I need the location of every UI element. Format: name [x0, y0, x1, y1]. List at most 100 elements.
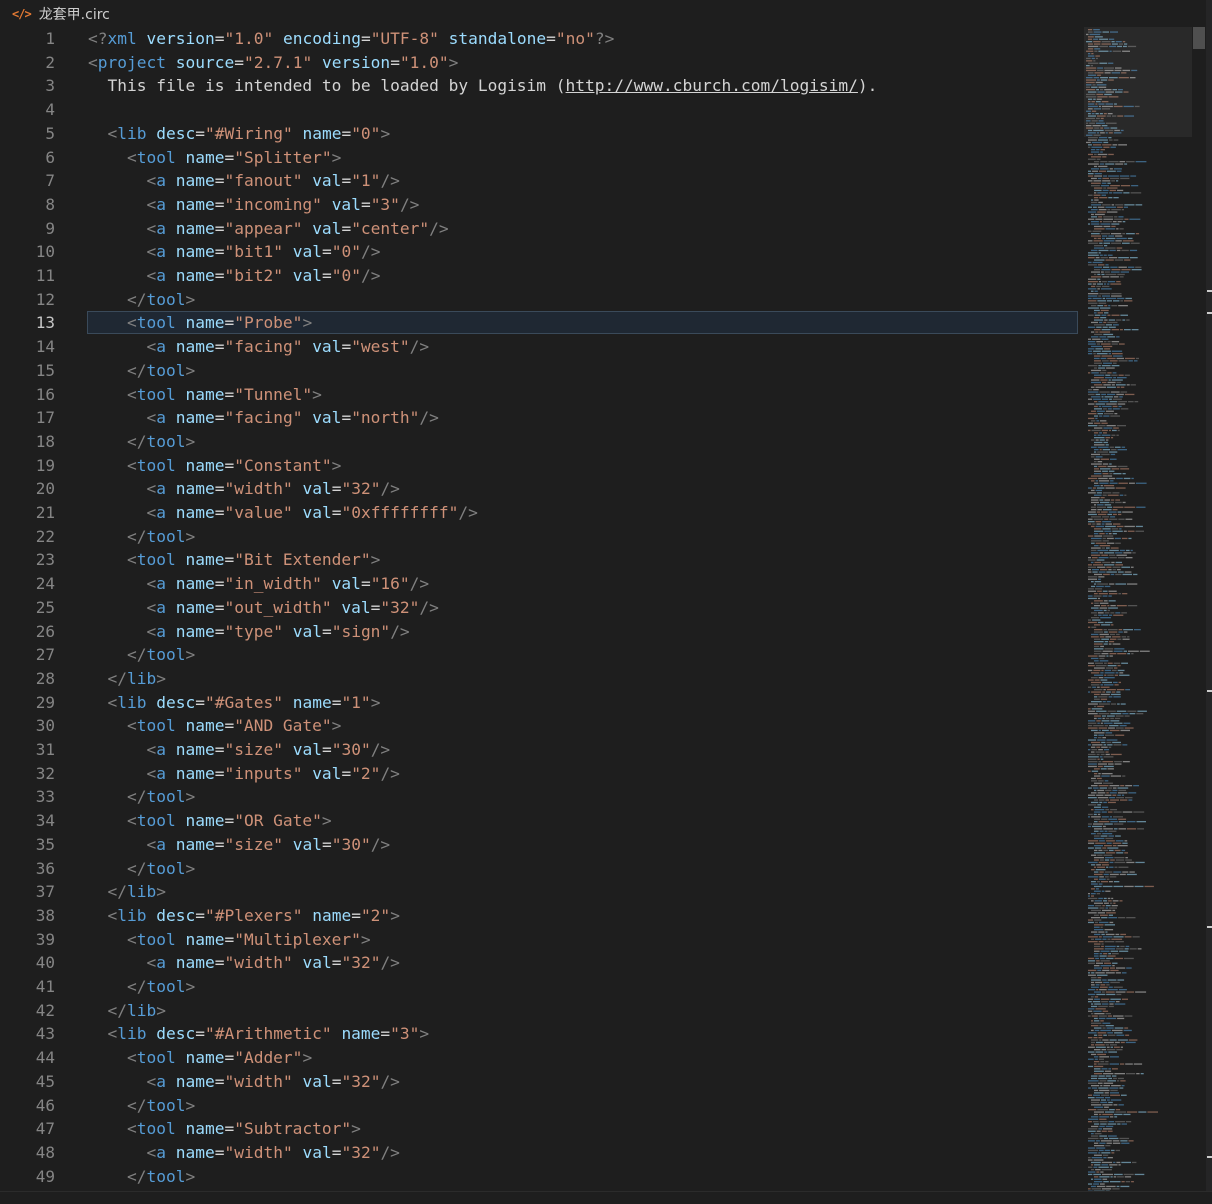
token-eq: =: [214, 337, 225, 357]
token-link[interactable]: http://www.cburch.com/logisim/: [566, 76, 858, 95]
code-line[interactable]: 3 This file is intended to be loaded by …: [0, 74, 1080, 98]
line-code: <lib desc="#Arithmetic" name="3">: [88, 1022, 430, 1046]
line-code: </tool>: [88, 359, 195, 383]
code-line[interactable]: 4: [0, 98, 1080, 122]
code-line[interactable]: 27 </tool>: [0, 643, 1080, 667]
code-line[interactable]: 24 <a name="in_width" val="16"/>: [0, 572, 1080, 596]
minimap[interactable]: [1084, 27, 1192, 1191]
code-line[interactable]: 28 </lib>: [0, 667, 1080, 691]
token-attr: name: [175, 834, 215, 854]
code-line[interactable]: 17 <a name="facing" val="north"/>: [0, 406, 1080, 430]
vertical-scrollbar[interactable]: [1192, 27, 1206, 1191]
code-line[interactable]: 16 <tool name="Tunnel">: [0, 383, 1080, 407]
minimap-viewport[interactable]: [1084, 27, 1192, 137]
code-line[interactable]: 33 </tool>: [0, 785, 1080, 809]
code-line[interactable]: 8 <a name="incoming" val="3"/>: [0, 193, 1080, 217]
code-line[interactable]: 48 <a name="width" val="32"/>: [0, 1141, 1080, 1165]
code-line[interactable]: 36 </tool>: [0, 857, 1080, 881]
code-line[interactable]: 14 <a name="facing" val="west"/>: [0, 335, 1080, 359]
code-line[interactable]: 9 <a name="appear" val="center"/>: [0, 217, 1080, 241]
token-tag: a: [156, 574, 166, 594]
token-eq: =: [214, 408, 225, 428]
code-line[interactable]: 45 <a name="width" val="32"/>: [0, 1070, 1080, 1094]
code-editor[interactable]: 1 <?xml version = "1.0" encoding = "UTF-8" st…: [0, 27, 1080, 1191]
token-punct: <: [146, 218, 157, 238]
code-line[interactable]: 7 <a name="fanout" val="1"/>: [0, 169, 1080, 193]
code-line[interactable]: 41 </tool>: [0, 975, 1080, 999]
code-line[interactable]: 39 <tool name="Multiplexer">: [0, 928, 1080, 952]
code-line[interactable]: 49 </tool>: [0, 1165, 1080, 1189]
code-line[interactable]: 40 <a name="width" val="32"/>: [0, 951, 1080, 975]
code-line[interactable]: 19 <tool name="Constant">: [0, 454, 1080, 478]
token-str: "1": [351, 171, 381, 191]
code-line[interactable]: 42 </lib>: [0, 999, 1080, 1023]
token-punct: >: [321, 811, 332, 831]
code-line[interactable]: 1 <?xml version="1.0" encoding="UTF-8" st…: [0, 27, 1080, 51]
code-line[interactable]: 32 <a name="inputs" val="2"/>: [0, 762, 1080, 786]
line-number: 38: [35, 905, 55, 925]
token-tag: a: [156, 194, 166, 214]
code-line[interactable]: 23 <tool name="Bit Extender">: [0, 548, 1080, 572]
horizontal-scrollbar[interactable]: [0, 1191, 1212, 1204]
code-line[interactable]: 6 <tool name="Splitter">: [0, 146, 1080, 170]
code-line[interactable]: 21 <a name="value" val="0xffffffff"/>: [0, 501, 1080, 525]
line-code: </lib>: [88, 880, 167, 904]
code-line[interactable]: 20 <a name="width" val="32"/>: [0, 477, 1080, 501]
code-line[interactable]: 26 <a name="type" val="sign"/>: [0, 620, 1080, 644]
code-line[interactable]: 46 </tool>: [0, 1094, 1080, 1118]
code-line[interactable]: 12 </tool>: [0, 288, 1080, 312]
token-punct: >: [185, 977, 196, 996]
code-line[interactable]: 11 <a name="bit2" val="0"/>: [0, 264, 1080, 288]
code-line[interactable]: 44 <tool name="Adder">: [0, 1046, 1080, 1070]
code-line[interactable]: 30 <tool name="AND Gate">: [0, 714, 1080, 738]
line-code: <lib desc="#Wiring" name="0">: [88, 122, 391, 146]
token-punct: />: [360, 242, 381, 262]
token-tag: a: [156, 763, 166, 783]
token-attr: name: [302, 123, 342, 143]
line-number: 14: [35, 337, 55, 357]
code-line[interactable]: 5 <lib desc="#Wiring" name="0">: [0, 122, 1080, 146]
code-line[interactable]: 2 <project source="2.7.1" version="1.0">: [0, 51, 1080, 75]
code-line[interactable]: 47 <tool name="Subtractor">: [0, 1117, 1080, 1141]
code-line[interactable]: 29 <lib desc="#Gates" name="1">: [0, 691, 1080, 715]
code-line[interactable]: 37 </lib>: [0, 880, 1080, 904]
token-tag: tool: [146, 526, 186, 546]
code-line[interactable]: 15 </tool>: [0, 359, 1080, 383]
token-punct: >: [448, 52, 459, 72]
line-number: 30: [35, 716, 55, 736]
token-str: "Tunnel": [234, 384, 313, 404]
code-line[interactable]: 13 <tool name="Probe">: [0, 311, 1080, 335]
code-line[interactable]: 22 </tool>: [0, 525, 1080, 549]
token-punct: />: [390, 621, 410, 641]
code-line[interactable]: 25 <a name="out_width" val="32"/>: [0, 596, 1080, 620]
line-code: </tool>: [88, 1094, 195, 1118]
token-punct: >: [331, 716, 342, 736]
code-line[interactable]: 34 <tool name="OR Gate">: [0, 809, 1080, 833]
token-str: "width": [224, 1142, 293, 1162]
editor-tab[interactable]: </> 龙套甲.circ: [0, 0, 122, 27]
code-line[interactable]: 38 <lib desc="#Plexers" name="2">: [0, 904, 1080, 928]
code-line[interactable]: 31 <a name="size" val="30"/>: [0, 738, 1080, 762]
token-attr: desc: [156, 1024, 196, 1044]
token-eq: =: [195, 1024, 205, 1044]
token-attr: val: [302, 1142, 332, 1162]
code-line[interactable]: 35 <a name="size" val="30"/>: [0, 833, 1080, 857]
token-attr: standalone: [448, 29, 547, 48]
code-line[interactable]: 18 </tool>: [0, 430, 1080, 454]
line-code: </tool>: [88, 525, 195, 549]
code-line[interactable]: 43 <lib desc="#Arithmetic" name="3">: [0, 1022, 1080, 1046]
scrollbar-thumb[interactable]: [1193, 27, 1205, 49]
code-line[interactable]: 10 <a name="bit1" val="0"/>: [0, 240, 1080, 264]
